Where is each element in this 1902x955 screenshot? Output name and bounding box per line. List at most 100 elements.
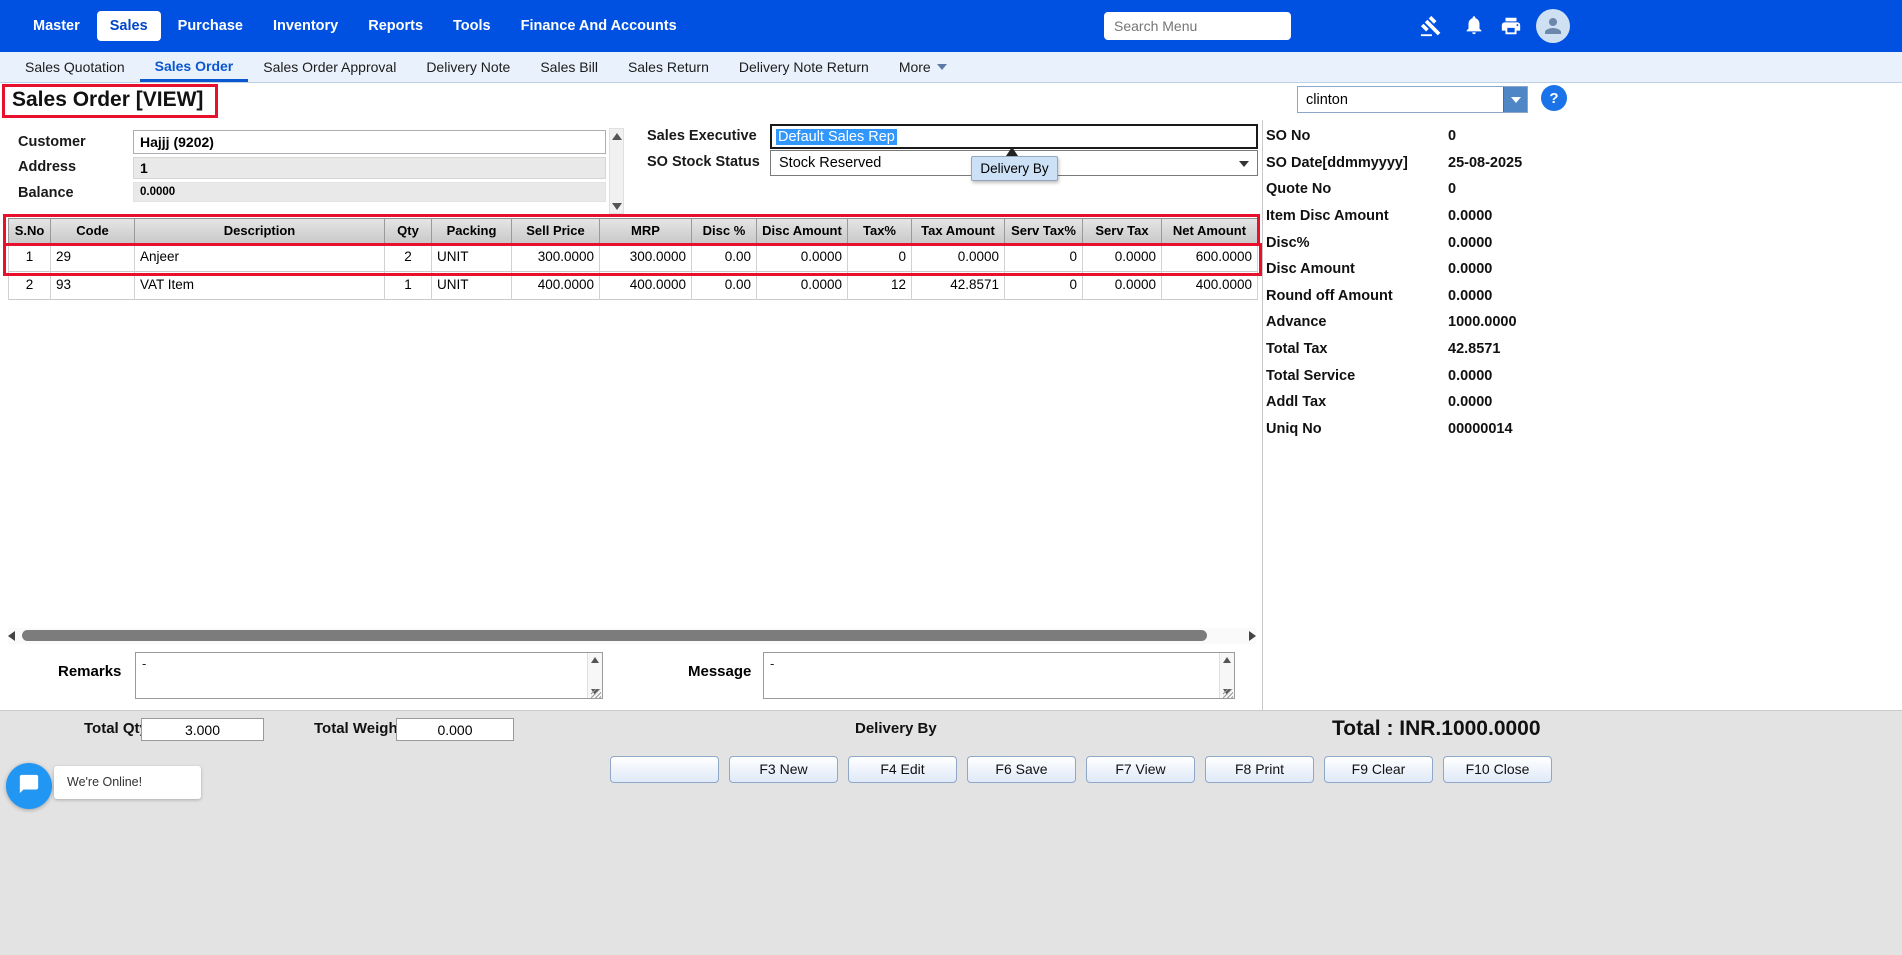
vertical-scrollbar[interactable] [609, 128, 624, 214]
scrollbar-thumb[interactable] [22, 630, 1207, 641]
user-dropdown[interactable] [1297, 86, 1528, 113]
remarks-textarea[interactable]: - [135, 652, 603, 699]
nav-item-inventory[interactable]: Inventory [260, 11, 351, 41]
table-cell[interactable]: VAT Item [135, 272, 385, 300]
column-header-serv-tax: Serv Tax [1083, 218, 1162, 244]
bell-icon[interactable] [1463, 14, 1485, 36]
table-cell[interactable]: 2 [385, 244, 432, 272]
table-cell[interactable]: 12 [848, 272, 912, 300]
table-cell[interactable]: 42.8571 [912, 272, 1005, 300]
dropdown-button[interactable] [1503, 87, 1527, 112]
user-avatar[interactable] [1536, 9, 1570, 43]
summary-panel: SO No0 SO Date[ddmmyyyy]25-08-2025 Quote… [1266, 123, 1566, 442]
tab-sales-return[interactable]: Sales Return [613, 52, 724, 82]
table-cell[interactable]: 300.0000 [600, 244, 692, 272]
summary-label: Item Disc Amount [1266, 208, 1448, 224]
chat-launcher[interactable] [6, 763, 52, 809]
total-weight-field[interactable] [396, 718, 514, 741]
summary-value: 00000014 [1448, 421, 1513, 437]
scroll-down-icon[interactable] [610, 199, 623, 213]
tooltip-caret-icon [1006, 147, 1018, 156]
tab-sales-bill[interactable]: Sales Bill [525, 52, 613, 82]
f4-edit-button[interactable]: F4 Edit [848, 756, 957, 783]
table-cell[interactable]: UNIT [432, 244, 512, 272]
scroll-up-icon[interactable] [610, 129, 623, 143]
table-cell[interactable]: 300.0000 [512, 244, 600, 272]
column-header-sell-price: Sell Price [512, 218, 600, 244]
table-cell[interactable]: 93 [51, 272, 135, 300]
summary-value: 25-08-2025 [1448, 155, 1522, 171]
message-textarea[interactable]: - [763, 652, 1235, 699]
selected-text: Default Sales Rep [776, 129, 897, 145]
scroll-up-icon[interactable] [588, 653, 602, 666]
printer-icon[interactable] [1500, 15, 1522, 37]
table-cell[interactable]: 1 [8, 244, 51, 272]
page-title: Sales Order [VIEW] [12, 88, 203, 112]
table-cell[interactable]: 0.0000 [757, 272, 848, 300]
search-menu-input[interactable] [1104, 12, 1291, 40]
tab-sales-quotation[interactable]: Sales Quotation [10, 52, 140, 82]
customer-field[interactable] [133, 130, 606, 154]
tab-delivery-note[interactable]: Delivery Note [411, 52, 525, 82]
nav-item-tools[interactable]: Tools [440, 11, 504, 41]
help-button[interactable]: ? [1541, 85, 1567, 111]
tab-label: Sales Bill [540, 53, 598, 81]
gavel-icon[interactable] [1420, 15, 1442, 37]
table-cell[interactable]: 0.00 [692, 272, 757, 300]
summary-value: 0.0000 [1448, 394, 1492, 410]
user-dropdown-input[interactable] [1298, 87, 1503, 112]
table-cell[interactable]: UNIT [432, 272, 512, 300]
table-cell[interactable]: 29 [51, 244, 135, 272]
table-cell[interactable]: 600.0000 [1162, 244, 1258, 272]
tab-label: Sales Order [155, 52, 234, 80]
items-table-body: 1 29 Anjeer 2 UNIT 300.0000 300.0000 0.0… [8, 244, 1258, 300]
f10-close-button[interactable]: F10 Close [1443, 756, 1552, 783]
selected-option: Stock Reserved [779, 155, 881, 171]
column-header-mrp: MRP [600, 218, 692, 244]
f3-new-button[interactable]: F3 New [729, 756, 838, 783]
table-cell[interactable]: 0 [1005, 272, 1083, 300]
total-qty-field[interactable] [141, 718, 264, 741]
resize-grip-icon[interactable] [591, 689, 601, 699]
blank-button[interactable] [610, 756, 719, 783]
tab-more[interactable]: More [884, 52, 962, 82]
f7-view-button[interactable]: F7 View [1086, 756, 1195, 783]
table-cell[interactable]: Anjeer [135, 244, 385, 272]
scroll-left-icon[interactable] [8, 631, 20, 641]
table-cell[interactable]: 400.0000 [1162, 272, 1258, 300]
table-cell[interactable]: 0.0000 [912, 244, 1005, 272]
column-header-net-amount: Net Amount [1162, 218, 1258, 244]
address-field[interactable] [133, 157, 606, 179]
message-label: Message [688, 663, 751, 680]
nav-item-reports[interactable]: Reports [355, 11, 436, 41]
f6-save-button[interactable]: F6 Save [967, 756, 1076, 783]
nav-item-master[interactable]: Master [20, 11, 93, 41]
table-cell[interactable]: 0.0000 [1083, 272, 1162, 300]
table-cell[interactable]: 1 [385, 272, 432, 300]
column-header-tax-pct: Tax% [848, 218, 912, 244]
scroll-right-icon[interactable] [1244, 631, 1256, 641]
resize-grip-icon[interactable] [1223, 689, 1233, 699]
horizontal-scrollbar[interactable] [8, 628, 1256, 644]
f8-print-button[interactable]: F8 Print [1205, 756, 1314, 783]
table-cell[interactable]: 0.0000 [1083, 244, 1162, 272]
tab-sales-order[interactable]: Sales Order [140, 52, 249, 82]
sales-executive-input[interactable]: Default Sales Rep [770, 124, 1258, 149]
nav-item-purchase[interactable]: Purchase [165, 11, 256, 41]
table-cell[interactable]: 0 [848, 244, 912, 272]
table-cell[interactable]: 0 [1005, 244, 1083, 272]
table-cell[interactable]: 0.0000 [757, 244, 848, 272]
f9-clear-button[interactable]: F9 Clear [1324, 756, 1433, 783]
tab-sales-order-approval[interactable]: Sales Order Approval [248, 52, 411, 82]
table-cell[interactable]: 400.0000 [600, 272, 692, 300]
column-header-disc-pct: Disc % [692, 218, 757, 244]
items-table-header: S.No Code Description Qty Packing Sell P… [8, 218, 1258, 244]
table-cell[interactable]: 0.00 [692, 244, 757, 272]
scroll-up-icon[interactable] [1220, 653, 1234, 666]
table-cell[interactable]: 2 [8, 272, 51, 300]
tab-delivery-note-return[interactable]: Delivery Note Return [724, 52, 884, 82]
table-cell[interactable]: 400.0000 [512, 272, 600, 300]
nav-item-sales[interactable]: Sales [97, 11, 161, 41]
chat-status[interactable]: We're Online! [54, 766, 201, 799]
nav-item-finance-and-accounts[interactable]: Finance And Accounts [508, 11, 690, 41]
